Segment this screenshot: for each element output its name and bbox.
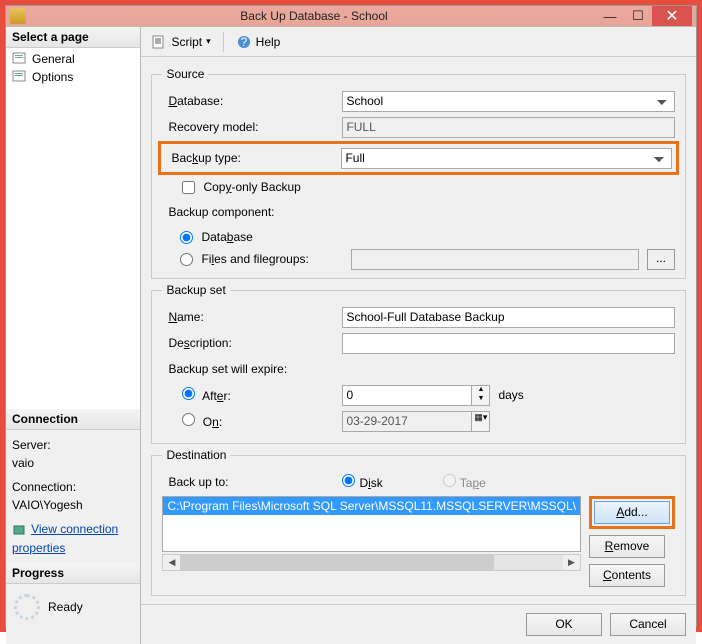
backup-set-group: Backup set Name: Description: Backup set… — [151, 283, 686, 444]
component-database-label: Database — [201, 230, 252, 244]
sidebar-item-label: Options — [32, 70, 73, 84]
bs-expire-label: Backup set will expire: — [162, 362, 342, 376]
app-icon — [10, 8, 26, 24]
expire-after-label: After: — [202, 389, 231, 403]
script-icon — [151, 34, 167, 50]
bs-description-label: Description: — [162, 336, 342, 350]
source-legend: Source — [162, 67, 208, 81]
backup-type-highlight: Backup type: Full — [158, 141, 679, 175]
destination-list[interactable]: C:\Program Files\Microsoft SQL Server\MS… — [162, 496, 581, 552]
days-label: days — [498, 388, 523, 402]
expire-on-label: On: — [203, 415, 222, 429]
page-icon — [12, 52, 28, 66]
component-files-label: Files and filegroups: — [201, 252, 347, 266]
copy-only-checkbox[interactable] — [182, 181, 195, 194]
add-button[interactable]: Add... — [594, 501, 670, 524]
main-panel: Script ▾ ? Help Source Database: School — [141, 27, 696, 644]
expire-on-date — [342, 411, 472, 432]
chevron-down-icon: ▾ — [206, 36, 211, 47]
maximize-button[interactable]: ☐ — [624, 6, 652, 26]
copy-only-label: Copy-only Backup — [203, 180, 300, 194]
sidebar-item-options[interactable]: Options — [10, 68, 136, 86]
calendar-icon[interactable]: ▦▾ — [472, 411, 490, 432]
server-label: Server: — [12, 436, 134, 454]
select-page-header: Select a page — [6, 27, 140, 48]
sidebar: Select a page General Options Connection… — [6, 27, 141, 644]
dialog-window: Back Up Database - School — ☐ ✕ Select a… — [5, 5, 697, 627]
toolbar: Script ▾ ? Help — [141, 27, 696, 57]
help-button[interactable]: ? Help — [232, 32, 285, 52]
destination-path[interactable]: C:\Program Files\Microsoft SQL Server\MS… — [163, 497, 580, 515]
sidebar-item-label: General — [32, 52, 75, 66]
dest-tape-label: Tape — [460, 476, 486, 490]
script-button[interactable]: Script ▾ — [147, 32, 214, 52]
remove-button[interactable]: Remove — [589, 535, 665, 558]
dest-disk-radio[interactable] — [342, 474, 355, 487]
backup-component-label: Backup component: — [162, 205, 342, 219]
connection-value: VAIO\Yogesh — [12, 496, 134, 514]
bs-name-field[interactable] — [342, 307, 675, 328]
database-select[interactable]: School — [342, 91, 675, 112]
source-group: Source Database: School Recovery model: … — [151, 67, 686, 279]
progress-header: Progress — [6, 563, 140, 584]
destination-group: Destination Back up to: Disk Tape C:\Pro… — [151, 448, 686, 596]
bs-name-label: Name: — [162, 310, 342, 324]
window-title: Back Up Database - School — [32, 9, 596, 23]
help-icon: ? — [236, 34, 252, 50]
svg-text:?: ? — [240, 35, 247, 49]
database-label: Database: — [162, 94, 342, 108]
component-database-radio[interactable] — [180, 231, 193, 244]
expire-on-radio[interactable] — [182, 413, 195, 426]
dialog-footer: OK Cancel — [141, 604, 696, 644]
close-button[interactable]: ✕ — [652, 6, 692, 26]
expire-after-value[interactable] — [342, 385, 472, 406]
contents-button[interactable]: Contents — [589, 564, 665, 587]
horizontal-scrollbar[interactable]: ◀▶ — [162, 554, 581, 571]
add-button-highlight: Add... — [589, 496, 675, 529]
ok-button[interactable]: OK — [526, 613, 602, 636]
destination-legend: Destination — [162, 448, 230, 462]
connection-info: Server: vaio Connection: VAIO\Yogesh Vie… — [6, 430, 140, 563]
expire-after-stepper[interactable]: ▲▼ — [342, 385, 490, 406]
server-value: vaio — [12, 454, 134, 472]
filegroups-browse-button[interactable]: ... — [647, 249, 675, 270]
backup-set-legend: Backup set — [162, 283, 229, 297]
backup-to-label: Back up to: — [162, 475, 342, 489]
backup-type-label: Backup type: — [165, 151, 341, 165]
cancel-button[interactable]: Cancel — [610, 613, 686, 636]
recovery-model-field — [342, 117, 675, 138]
connection-header: Connection — [6, 409, 140, 430]
dest-tape-radio — [443, 474, 456, 487]
connection-label: Connection: — [12, 478, 134, 496]
titlebar[interactable]: Back Up Database - School — ☐ ✕ — [6, 6, 696, 26]
filegroups-field — [351, 249, 639, 270]
view-connection-properties-link[interactable]: View connection properties — [12, 522, 118, 555]
component-files-radio[interactable] — [180, 253, 193, 266]
progress-status: Ready — [48, 600, 83, 614]
sidebar-item-general[interactable]: General — [10, 50, 136, 68]
expire-after-radio[interactable] — [182, 387, 195, 400]
bs-description-field[interactable] — [342, 333, 675, 354]
minimize-button[interactable]: — — [596, 6, 624, 26]
progress-spinner-icon — [14, 594, 40, 620]
link-icon — [12, 522, 28, 538]
backup-type-select[interactable]: Full — [341, 148, 672, 169]
page-icon — [12, 70, 28, 84]
recovery-model-label: Recovery model: — [162, 120, 342, 134]
dest-disk-label: Disk — [359, 476, 382, 490]
